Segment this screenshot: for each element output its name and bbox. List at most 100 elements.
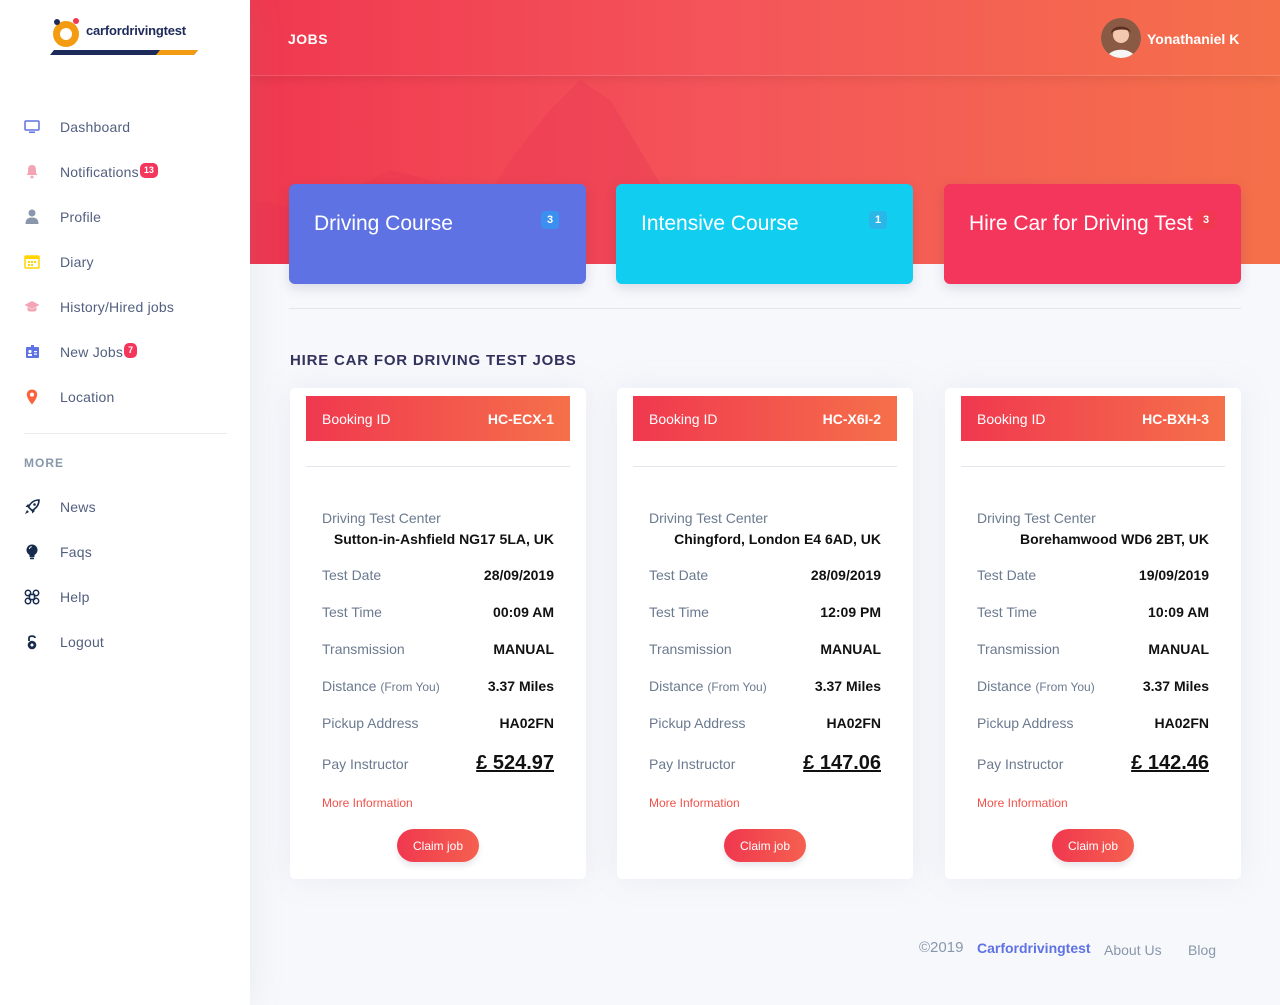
stat-title: Hire Car for Driving Test — [969, 212, 1193, 235]
brand-tagline: YOU CHOOSE . WE CONNECT — [88, 43, 184, 49]
distance-label: Distance — [977, 678, 1032, 694]
distance-row: Distance (From You) 3.37 Miles — [977, 678, 1209, 694]
pay-label: Pay Instructor — [649, 756, 736, 772]
sidebar-item-label: Location — [60, 388, 115, 405]
monitor-icon — [24, 119, 40, 135]
center-value: Chingford, London E4 6AD, UK — [674, 531, 881, 547]
transmission-row: Transmission MANUAL — [977, 641, 1209, 657]
stat-card-intensive-course[interactable]: Intensive Course 1 — [616, 184, 913, 284]
test-time-label: Test Time — [977, 604, 1037, 620]
sidebar-item-logout[interactable]: Logout — [0, 619, 250, 664]
distance-label-wrap: Distance (From You) — [649, 678, 767, 694]
distance-row: Distance (From You) 3.37 Miles — [649, 678, 881, 694]
sidebar-item-label: New Jobs — [60, 343, 124, 360]
footer-blog-link[interactable]: Blog — [1188, 942, 1216, 958]
transmission-value: MANUAL — [820, 641, 881, 657]
avatar[interactable] — [1101, 18, 1141, 58]
command-icon — [24, 589, 40, 605]
footer-brand-link[interactable]: Carfordrivingtest — [977, 940, 1091, 956]
test-date-value: 28/09/2019 — [483, 567, 554, 583]
sidebar-item-help[interactable]: Help — [0, 574, 250, 619]
footer-copyright: ©2019 — [919, 939, 964, 956]
distance-label: Distance — [322, 678, 377, 694]
distance-note: (From You) — [1035, 680, 1095, 694]
more-information-link[interactable]: More Information — [649, 796, 740, 810]
booking-id-label: Booking ID — [322, 410, 391, 427]
page-title: JOBS — [288, 31, 329, 47]
pickup-label: Pickup Address — [322, 715, 419, 731]
id-badge-icon — [24, 344, 40, 360]
booking-id-label: Booking ID — [649, 410, 718, 427]
more-information-link[interactable]: More Information — [322, 796, 413, 810]
user-icon — [24, 209, 40, 225]
sidebar-item-new-jobs[interactable]: New Jobs 7 — [0, 329, 250, 374]
top-navbar: JOBS Yonathaniel K — [250, 0, 1280, 76]
sidebar-more-nav: News Faqs Help Logout — [0, 484, 250, 664]
more-information-link[interactable]: More Information — [977, 796, 1068, 810]
distance-label-wrap: Distance (From You) — [977, 678, 1095, 694]
distance-note: (From You) — [707, 680, 767, 694]
booking-header: Booking ID HC-BXH-3 — [961, 396, 1225, 441]
footer-about-link[interactable]: About Us — [1104, 942, 1162, 958]
claim-job-button[interactable]: Claim job — [1052, 829, 1134, 862]
stat-card-hire-car[interactable]: Hire Car for Driving Test 3 — [944, 184, 1241, 284]
sidebar-item-faqs[interactable]: Faqs — [0, 529, 250, 574]
booking-header: Booking ID HC-ECX-1 — [306, 396, 570, 441]
card-divider — [633, 466, 897, 467]
transmission-label: Transmission — [649, 641, 732, 657]
sidebar-item-label: Faqs — [60, 543, 92, 560]
booking-id-label: Booking ID — [977, 410, 1046, 427]
distance-value: 3.37 Miles — [487, 678, 554, 694]
calendar-icon — [24, 254, 40, 270]
pay-row: Pay Instructor £ 147.06 — [649, 752, 881, 775]
test-date-value: 19/09/2019 — [1138, 567, 1209, 583]
rocket-icon — [24, 498, 40, 515]
pay-value: £ 524.97 — [476, 752, 554, 774]
test-time-row: Test Time 10:09 AM — [977, 604, 1209, 620]
sidebar-nav: Dashboard Notifications 13 Profile Diary — [0, 104, 250, 419]
user-name[interactable]: Yonathaniel K — [1147, 31, 1239, 47]
claim-job-button[interactable]: Claim job — [397, 829, 479, 862]
center-label: Driving Test Center — [977, 510, 1096, 526]
pickup-label: Pickup Address — [649, 715, 746, 731]
distance-note: (From You) — [380, 680, 440, 694]
booking-header: Booking ID HC-X6I-2 — [633, 396, 897, 441]
pay-value: £ 147.06 — [803, 752, 881, 774]
sidebar-item-news[interactable]: News — [0, 484, 250, 529]
test-date-row: Test Date 19/09/2019 — [977, 567, 1209, 583]
pickup-value: HA02FN — [826, 715, 881, 731]
center-value: Sutton-in-Ashfield NG17 5LA, UK — [333, 531, 554, 547]
job-card: Booking ID HC-BXH-3 Driving Test Center … — [945, 388, 1241, 879]
stat-card-driving-course[interactable]: Driving Course 3 — [289, 184, 586, 284]
claim-job-button[interactable]: Claim job — [724, 829, 806, 862]
sidebar: carfordrivingtest YOU CHOOSE . WE CONNEC… — [0, 0, 250, 1005]
sidebar-item-location[interactable]: Location — [0, 374, 250, 419]
sidebar-item-label: History/Hired jobs — [60, 298, 175, 315]
distance-value: 3.37 Miles — [814, 678, 881, 694]
stat-count-badge: 1 — [869, 211, 888, 230]
booking-id-value: HC-X6I-2 — [822, 410, 881, 427]
sidebar-item-label: Help — [60, 588, 90, 605]
pay-label: Pay Instructor — [977, 756, 1064, 772]
test-time-value: 12:09 PM — [820, 604, 881, 620]
sidebar-item-dashboard[interactable]: Dashboard — [0, 104, 250, 149]
sidebar-item-history[interactable]: History/Hired jobs — [0, 284, 250, 329]
sidebar-item-profile[interactable]: Profile — [0, 194, 250, 239]
booking-id-value: HC-ECX-1 — [487, 410, 554, 427]
brand-logo[interactable]: carfordrivingtest YOU CHOOSE . WE CONNEC… — [48, 14, 202, 58]
center-label: Driving Test Center — [322, 510, 441, 526]
section-title: HIRE CAR FOR DRIVING TEST JOBS — [290, 352, 577, 369]
sidebar-item-label: Dashboard — [60, 118, 131, 135]
test-time-value: 00:09 AM — [493, 604, 554, 620]
test-time-label: Test Time — [649, 604, 709, 620]
sidebar-item-notifications[interactable]: Notifications 13 — [0, 149, 250, 194]
pickup-label: Pickup Address — [977, 715, 1074, 731]
test-date-label: Test Date — [649, 567, 709, 583]
graduation-cap-icon — [24, 299, 40, 315]
center-label: Driving Test Center — [649, 510, 768, 526]
sidebar-item-diary[interactable]: Diary — [0, 239, 250, 284]
sidebar-item-label: Logout — [60, 633, 105, 650]
sidebar-item-label: Diary — [60, 253, 94, 270]
pickup-row: Pickup Address HA02FN — [977, 715, 1209, 731]
test-date-label: Test Date — [977, 567, 1037, 583]
